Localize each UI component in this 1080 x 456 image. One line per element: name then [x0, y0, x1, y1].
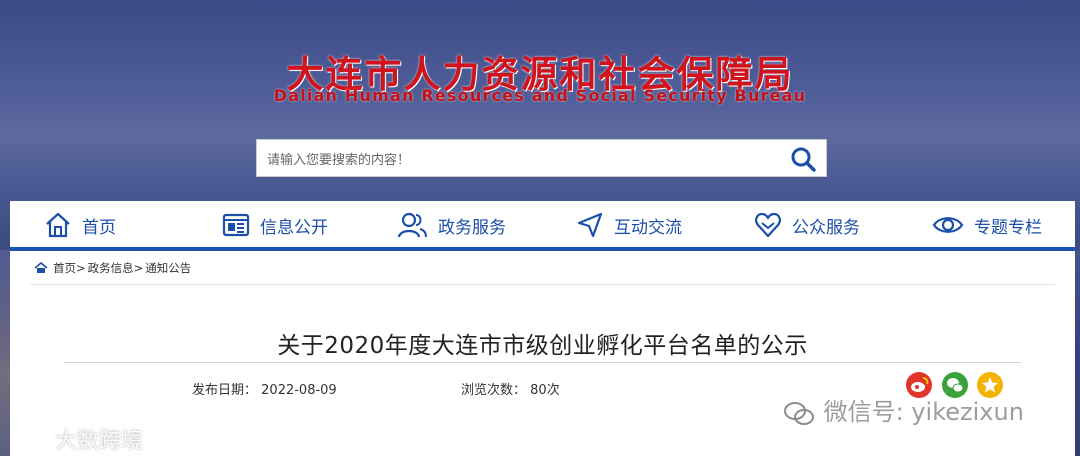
breadcrumb-divider [30, 284, 1055, 285]
views-value: 80次 [530, 383, 560, 398]
main-nav: 首页 信息公开 政务服务 互动交流 公众服务 专题专栏 [10, 201, 1075, 251]
people-icon [398, 212, 427, 238]
send-arrow-icon [577, 212, 603, 238]
watermark-right-text: 微信号: yikezixun [823, 398, 1024, 426]
nav-label-home: 首页 [82, 217, 116, 238]
publish-label: 发布日期： [192, 383, 258, 398]
nav-item-topics[interactable]: 专题专栏 [932, 210, 1042, 240]
nav-item-interaction[interactable]: 互动交流 [576, 210, 682, 240]
publish-value: 2022-08-09 [261, 383, 337, 398]
publish-date: 发布日期： 2022-08-09 [192, 379, 337, 398]
article-title: 关于2020年度大连市市级创业孵化平台名单的公示 [277, 333, 808, 359]
breadcrumb-notices[interactable]: 通知公告 [145, 260, 191, 276]
nav-label-services: 政务服务 [438, 217, 506, 238]
search-input[interactable] [265, 148, 769, 172]
eye-icon [932, 217, 964, 233]
view-count: 浏览次数： 80次 [461, 379, 560, 398]
wechat-icon [784, 402, 814, 425]
weibo-icon [10, 433, 44, 452]
info-board-icon [222, 213, 250, 237]
nav-item-info[interactable]: 信息公开 [222, 210, 328, 240]
search-button[interactable] [790, 146, 816, 172]
title-divider [64, 362, 1021, 363]
breadcrumb-news[interactable]: 政务信息> [88, 260, 144, 276]
nav-label-interaction: 互动交流 [614, 217, 682, 238]
nav-label-public: 公众服务 [792, 217, 860, 238]
nav-label-topics: 专题专栏 [974, 217, 1042, 238]
watermark-left: 大数跨境 [8, 423, 143, 455]
breadcrumb-home[interactable]: 首页> [53, 260, 86, 276]
search-bar [256, 139, 827, 177]
site-subtitle: Dalian Human Resources and Social Securi… [273, 86, 807, 105]
breadcrumb: 首页> 政务信息> 通知公告 [34, 260, 193, 276]
search-icon [791, 147, 816, 172]
nav-item-services[interactable]: 政务服务 [398, 210, 506, 240]
home-icon [34, 262, 48, 273]
watermark-right: 微信号: yikezixun [782, 392, 1024, 427]
watermark-left-text: 大数跨境 [55, 429, 144, 454]
nav-item-public[interactable]: 公众服务 [754, 210, 860, 240]
home-icon [46, 212, 70, 238]
views-label: 浏览次数： [461, 383, 527, 398]
nav-label-info: 信息公开 [260, 217, 328, 238]
heart-icon [755, 212, 781, 238]
nav-item-home[interactable]: 首页 [44, 210, 116, 240]
